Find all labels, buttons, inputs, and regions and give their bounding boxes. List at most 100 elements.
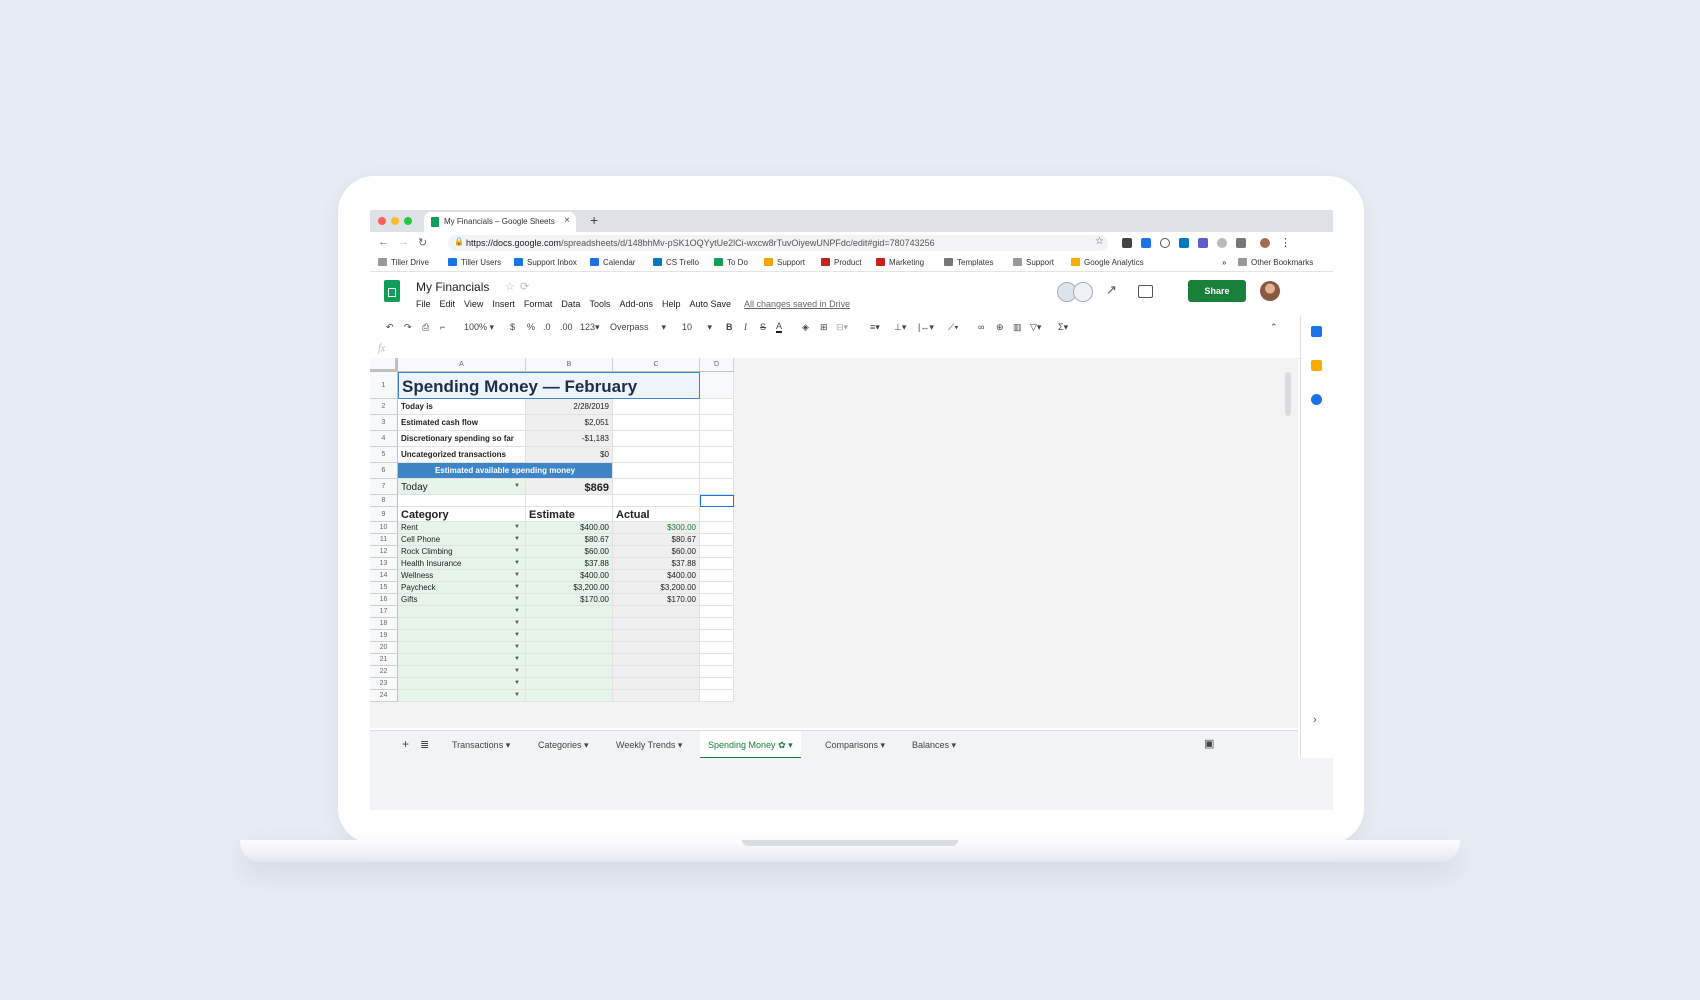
browser-tab[interactable]: My Financials – Google Sheets × bbox=[424, 212, 576, 232]
extension-pin-icon[interactable] bbox=[1236, 238, 1246, 248]
row-header[interactable]: 11 bbox=[370, 534, 398, 546]
estimate-cell[interactable]: $3,200.00 bbox=[526, 582, 613, 594]
menu-autosave[interactable]: Auto Save bbox=[690, 299, 732, 309]
activity-trend-icon[interactable]: ↗ bbox=[1106, 282, 1117, 298]
actual-cell[interactable] bbox=[613, 606, 700, 618]
bookmark-item[interactable]: Templates bbox=[944, 258, 993, 267]
actual-cell[interactable] bbox=[613, 690, 700, 702]
select-all-corner[interactable] bbox=[370, 358, 398, 372]
bookmark-item[interactable]: CS Trello bbox=[653, 258, 699, 267]
cell[interactable] bbox=[700, 534, 734, 546]
column-header[interactable]: A bbox=[398, 358, 526, 372]
row-header[interactable]: 14 bbox=[370, 570, 398, 582]
estimate-cell[interactable] bbox=[526, 642, 613, 654]
dropdown-arrow-icon[interactable]: ▼ bbox=[514, 620, 520, 626]
cell[interactable] bbox=[700, 642, 734, 654]
cell[interactable] bbox=[700, 507, 734, 522]
summary-value[interactable]: -$1,183 bbox=[526, 431, 613, 447]
bookmark-item[interactable]: Google Analytics bbox=[1071, 258, 1144, 267]
cell[interactable] bbox=[613, 431, 700, 447]
spreadsheet-grid[interactable]: A B C D 1 2 3 4 5 6 7 8 9 10 11 12 13 14 15 16 17 18 19 20 21 22 2… bbox=[370, 358, 1298, 728]
menu-file[interactable]: File bbox=[416, 299, 431, 309]
column-header[interactable]: B bbox=[526, 358, 613, 372]
sheet-tab-comparisons[interactable]: Comparisons ▾ bbox=[825, 740, 885, 751]
save-status[interactable]: All changes saved in Drive bbox=[744, 299, 850, 309]
row-header[interactable]: 20 bbox=[370, 642, 398, 654]
cell[interactable] bbox=[700, 594, 734, 606]
cell[interactable] bbox=[613, 415, 700, 431]
bookmark-item[interactable]: Support bbox=[1013, 258, 1054, 267]
browser-menu-icon[interactable]: ⋮ bbox=[1280, 236, 1291, 249]
row-header[interactable]: 5 bbox=[370, 447, 398, 463]
dropdown-arrow-icon[interactable]: ▼ bbox=[514, 536, 520, 542]
available-amount[interactable]: $869 bbox=[526, 479, 613, 495]
collaborator-avatar-icon[interactable] bbox=[1073, 282, 1093, 302]
profile-avatar-icon[interactable] bbox=[1260, 238, 1270, 248]
strikethrough-button[interactable]: S bbox=[760, 322, 766, 332]
category-dropdown[interactable]: Gifts ▼ bbox=[398, 594, 526, 606]
actual-cell[interactable]: $60.00 bbox=[613, 546, 700, 558]
other-bookmarks[interactable]: Other Bookmarks bbox=[1238, 258, 1313, 267]
cell[interactable] bbox=[700, 582, 734, 594]
cell[interactable] bbox=[613, 479, 700, 495]
menu-data[interactable]: Data bbox=[561, 299, 580, 309]
actual-cell[interactable] bbox=[613, 678, 700, 690]
extension-trello-icon[interactable] bbox=[1179, 238, 1189, 248]
cell[interactable] bbox=[700, 606, 734, 618]
estimate-cell[interactable]: $80.67 bbox=[526, 534, 613, 546]
explore-icon[interactable]: ▣ bbox=[1204, 737, 1214, 750]
user-avatar[interactable] bbox=[1260, 281, 1280, 301]
cell[interactable] bbox=[398, 495, 526, 507]
category-dropdown[interactable]: ▼ bbox=[398, 606, 526, 618]
dropdown-arrow-icon[interactable]: ▼ bbox=[514, 632, 520, 638]
row-header[interactable]: 16 bbox=[370, 594, 398, 606]
row-header[interactable]: 4 bbox=[370, 431, 398, 447]
category-dropdown[interactable]: Wellness ▼ bbox=[398, 570, 526, 582]
expand-panel-icon[interactable]: › bbox=[1313, 714, 1317, 726]
actual-cell[interactable] bbox=[613, 618, 700, 630]
column-header[interactable]: D bbox=[700, 358, 734, 372]
collapse-menu-icon[interactable]: ⌃ bbox=[1270, 322, 1278, 333]
share-button[interactable]: Share bbox=[1188, 280, 1246, 302]
actual-cell[interactable]: $400.00 bbox=[613, 570, 700, 582]
row-header[interactable]: 24 bbox=[370, 690, 398, 702]
column-header[interactable]: C bbox=[613, 358, 700, 372]
row-header[interactable]: 8 bbox=[370, 495, 398, 507]
sheet-tab-transactions[interactable]: Transactions ▾ bbox=[452, 740, 510, 751]
estimate-cell[interactable] bbox=[526, 666, 613, 678]
estimate-cell[interactable] bbox=[526, 690, 613, 702]
summary-label[interactable]: Estimated cash flow bbox=[398, 415, 526, 431]
dropdown-arrow-icon[interactable]: ▼ bbox=[514, 692, 520, 698]
cell[interactable] bbox=[613, 495, 700, 507]
estimate-cell[interactable] bbox=[526, 654, 613, 666]
vertical-align-icon[interactable]: ⊥▾ bbox=[894, 322, 906, 333]
menu-addons[interactable]: Add-ons bbox=[619, 299, 653, 309]
cell[interactable] bbox=[700, 558, 734, 570]
print-icon[interactable]: ⎙ bbox=[422, 322, 429, 333]
actual-cell[interactable]: $80.67 bbox=[613, 534, 700, 546]
move-folder-icon[interactable]: ⟳ bbox=[520, 280, 529, 293]
cell[interactable] bbox=[700, 666, 734, 678]
row-header[interactable]: 10 bbox=[370, 522, 398, 534]
cell[interactable] bbox=[700, 463, 734, 479]
extension-mail-icon[interactable] bbox=[1122, 238, 1132, 248]
dropdown-arrow-icon[interactable]: ▼ bbox=[514, 668, 520, 674]
bookmark-item[interactable]: Marketing bbox=[876, 258, 924, 267]
category-dropdown[interactable]: ▼ bbox=[398, 618, 526, 630]
undo-icon[interactable]: ↶ bbox=[386, 322, 394, 333]
filter-icon[interactable]: ▽▾ bbox=[1030, 322, 1041, 333]
reload-icon[interactable]: ↻ bbox=[418, 236, 427, 249]
estimate-cell[interactable] bbox=[526, 618, 613, 630]
actual-cell[interactable]: $37.88 bbox=[613, 558, 700, 570]
sheet-tab-spending-money[interactable]: Spending Money ✿ ▾ bbox=[700, 731, 801, 759]
cell[interactable] bbox=[613, 447, 700, 463]
url-bar[interactable]: 🔒 https://docs.google.com/spreadsheets/d… bbox=[448, 235, 1108, 251]
functions-button[interactable]: Σ▾ bbox=[1058, 322, 1068, 333]
all-sheets-icon[interactable]: ≣ bbox=[420, 738, 429, 751]
extension-notes-icon[interactable] bbox=[1198, 238, 1208, 248]
actual-cell[interactable] bbox=[613, 642, 700, 654]
row-header[interactable]: 19 bbox=[370, 630, 398, 642]
bookmark-item[interactable]: Tiller Drive bbox=[378, 258, 429, 267]
extension-circle-icon[interactable] bbox=[1217, 238, 1227, 248]
bookmark-item[interactable]: Support Inbox bbox=[514, 258, 577, 267]
